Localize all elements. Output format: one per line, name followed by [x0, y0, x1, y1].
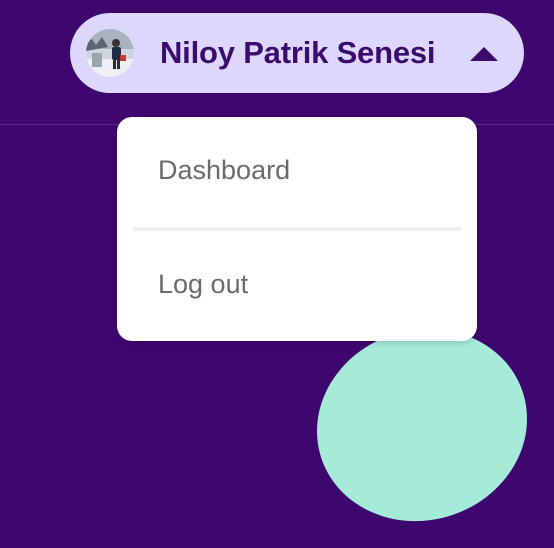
user-name: Niloy Patrik Senesi — [160, 35, 436, 70]
menu-item-dashboard[interactable]: Dashboard — [158, 155, 290, 186]
user-menu-button[interactable]: Niloy Patrik Senesi — [70, 13, 524, 93]
avatar[interactable] — [86, 29, 134, 77]
caret-up-icon[interactable] — [470, 45, 498, 61]
menu-divider — [133, 227, 461, 231]
avatar-photo-icon — [86, 29, 134, 77]
user-dropdown-menu: Dashboard Log out — [117, 117, 477, 341]
menu-item-logout[interactable]: Log out — [158, 269, 248, 300]
